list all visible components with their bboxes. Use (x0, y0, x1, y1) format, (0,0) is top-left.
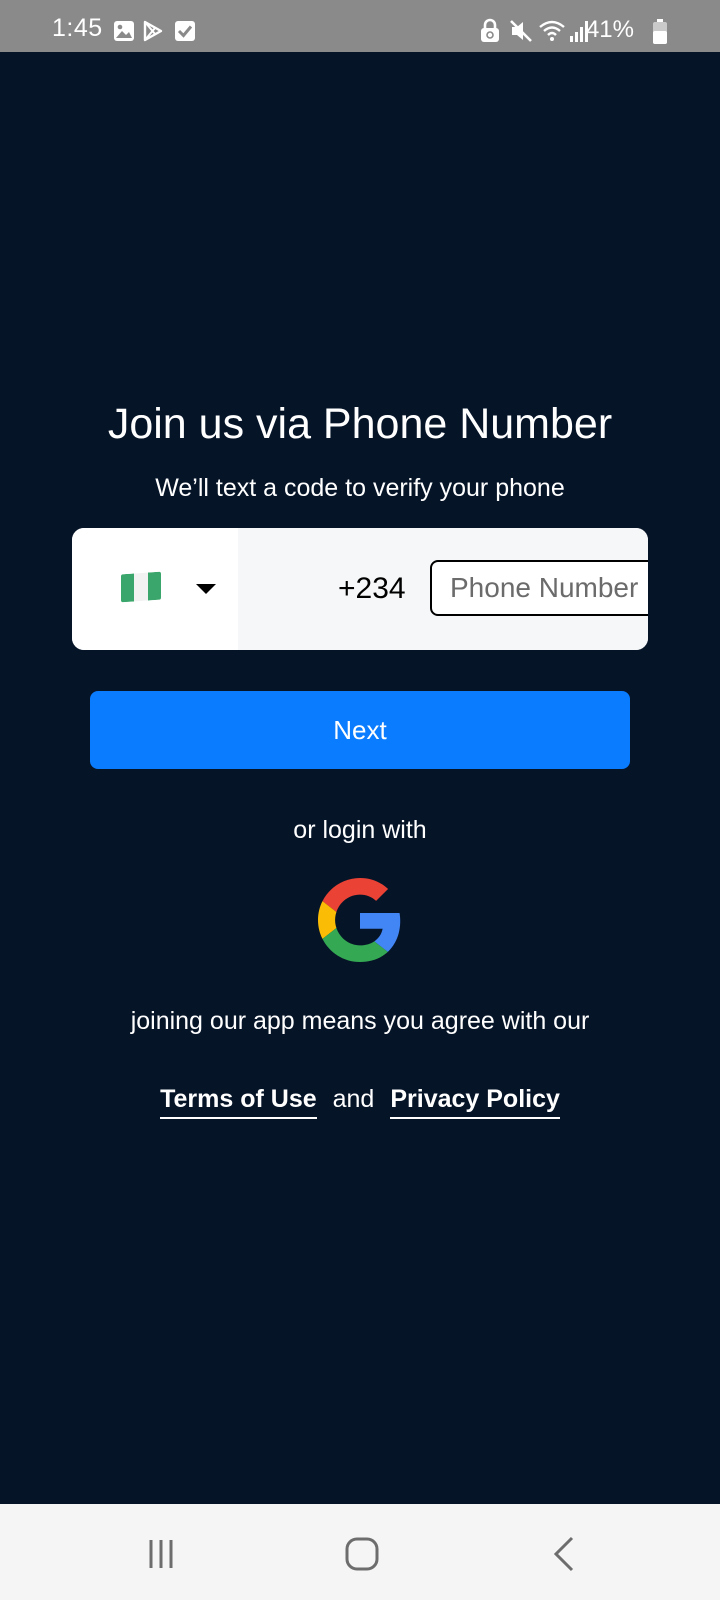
phone-entry-card: +234 (72, 528, 648, 650)
nigeria-flag-icon (121, 571, 161, 603)
phone-number-area: +234 (238, 528, 648, 650)
terms-agreement-text: joining our app means you agree with our (130, 1007, 590, 1035)
lock-icon (481, 18, 499, 42)
or-login-with-label: or login with (293, 816, 427, 844)
phone-number-input[interactable] (430, 560, 648, 616)
privacy-policy-link[interactable]: Privacy Policy (390, 1085, 560, 1119)
page-subtitle: We’ll text a code to verify your phone (155, 474, 565, 502)
page-title: Join us via Phone Number (107, 400, 613, 448)
phone-signup-screen: 1:45 41% Join us via Phone Number We’ll … (0, 0, 720, 1600)
legal-links: Terms of Use and Privacy Policy (0, 1085, 720, 1119)
status-bar: 1:45 41% (0, 0, 720, 52)
mute-icon (510, 20, 532, 42)
dial-code: +234 (338, 572, 406, 605)
terms-of-use-link[interactable]: Terms of Use (160, 1085, 317, 1119)
home-icon[interactable] (334, 1526, 390, 1582)
google-icon (318, 878, 401, 962)
chevron-down-icon (196, 584, 216, 594)
battery-percentage: 41% (585, 16, 634, 43)
play-store-icon (143, 20, 163, 42)
google-login-button[interactable] (318, 878, 402, 962)
battery-icon (653, 19, 667, 44)
status-time: 1:45 (52, 14, 103, 42)
back-icon[interactable] (536, 1526, 592, 1582)
system-navigation-bar (0, 1504, 720, 1600)
gallery-icon (114, 21, 134, 41)
and-label: and (332, 1085, 375, 1113)
recents-icon[interactable] (133, 1526, 189, 1582)
checkbox-icon (175, 21, 195, 41)
country-code-picker[interactable] (72, 528, 238, 650)
wifi-icon (539, 20, 565, 41)
next-button[interactable]: Next (90, 691, 630, 769)
